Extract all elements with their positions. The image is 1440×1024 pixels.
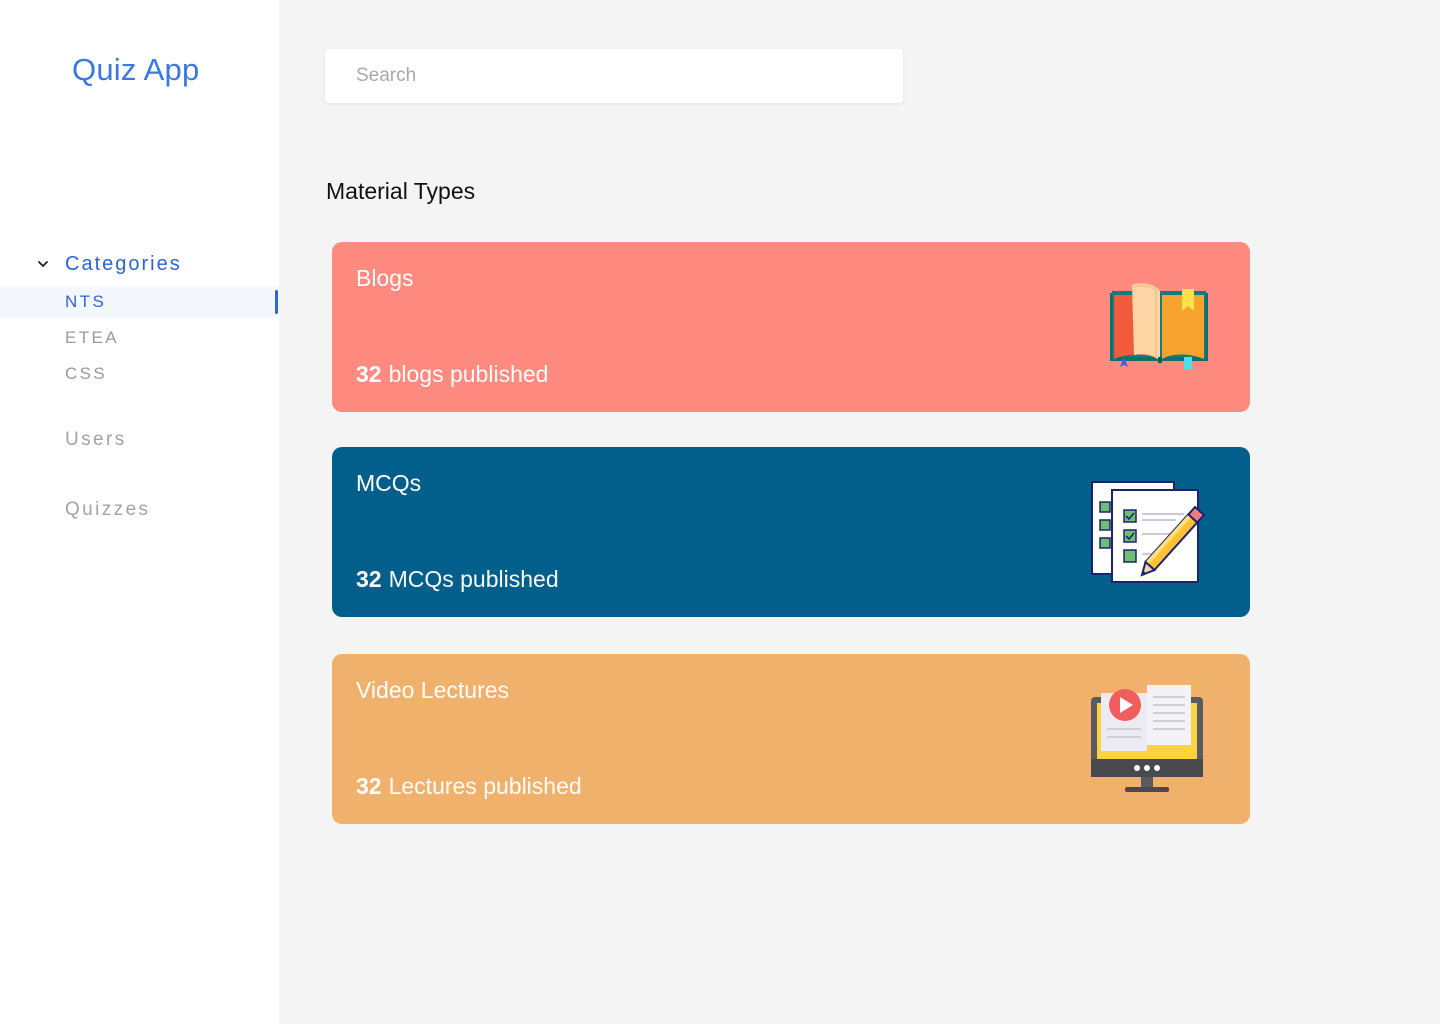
card-blogs[interactable]: Blogs 32 blogs published [332, 242, 1250, 412]
card-video-lectures[interactable]: Video Lectures 32 Lectures published [332, 654, 1250, 824]
card-count: 32 [356, 361, 382, 387]
sidebar: Quiz App Categories NTS ETEA CSS Users Q… [0, 0, 279, 1024]
sidebar-item-quizzes[interactable]: Quizzes [65, 499, 150, 521]
categories-toggle[interactable]: Categories [36, 250, 182, 278]
card-stat: 32 Lectures published [356, 773, 582, 800]
card-title: MCQs [356, 470, 422, 496]
video-lecture-monitor-icon [1091, 685, 1203, 792]
card-count: 32 [356, 566, 382, 592]
card-count-label: Lectures published [388, 773, 582, 799]
card-count-label: MCQs published [388, 566, 559, 592]
sidebar-item-etea[interactable]: ETEA [0, 322, 279, 354]
sidebar-item-nts[interactable]: NTS [0, 286, 279, 318]
card-count: 32 [356, 773, 382, 799]
open-book-icon [1110, 283, 1208, 369]
checklist-pencil-icon [1091, 481, 1206, 583]
categories-label: Categories [65, 252, 182, 275]
card-count-label: blogs published [388, 361, 549, 387]
card-stat: 32 MCQs published [356, 566, 559, 593]
sidebar-item-users[interactable]: Users [65, 429, 127, 451]
card-stat: 32 blogs published [356, 361, 548, 388]
card-mcqs[interactable]: MCQs 32 MCQs published [332, 447, 1250, 617]
card-title: Video Lectures [356, 677, 510, 703]
section-title: Material Types [326, 178, 476, 204]
chevron-down-icon [38, 261, 48, 267]
app-logo-title[interactable]: Quiz App [72, 52, 199, 88]
card-title: Blogs [356, 265, 414, 291]
sidebar-item-css[interactable]: CSS [0, 358, 279, 390]
search-input[interactable] [325, 49, 903, 103]
